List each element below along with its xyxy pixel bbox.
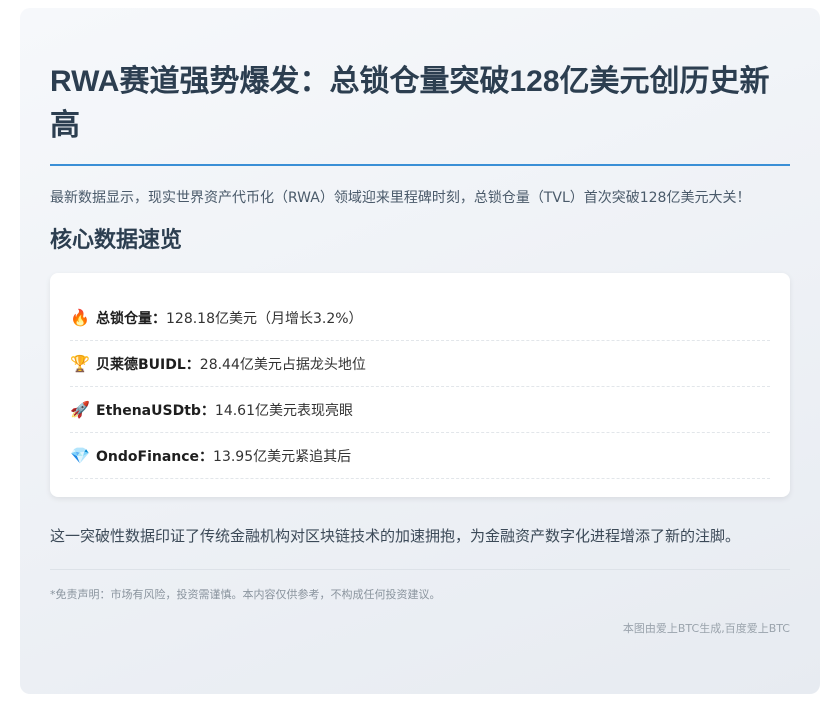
stat-label: EthenaUSDtb： — [96, 402, 215, 419]
stat-item-buidl: 🏆 贝莱德BUIDL： 28.44亿美元占据龙头地位 — [70, 341, 770, 387]
stat-value: 14.61亿美元表现亮眼 — [214, 402, 354, 419]
fire-icon: 🔥 — [70, 308, 90, 327]
title-divider — [50, 164, 790, 166]
article-card: RWA赛道强势爆发：总锁仓量突破128亿美元创历史新高 最新数据显示，现实世界资… — [20, 8, 820, 694]
gem-icon: 💎 — [70, 446, 90, 465]
stat-value: 128.18亿美元（月增长3.2%） — [166, 310, 363, 327]
stat-item-total-tvl: 🔥 总锁仓量： 128.18亿美元（月增长3.2%） — [70, 295, 770, 341]
trophy-icon: 🏆 — [70, 354, 90, 373]
stat-label: OndoFinance： — [96, 448, 214, 465]
disclaimer-divider — [50, 569, 790, 570]
article-summary: 这一突破性数据印证了传统金融机构对区块链技术的加速拥抱，为金融资产数字化进程增添… — [50, 527, 741, 545]
stat-item-ondo: 💎 OndoFinance： 13.95亿美元紧追其后 — [70, 433, 770, 479]
article-intro: 最新数据显示，现实世界资产代币化（RWA）领域迎来里程碑时刻，总锁仓量（TVL）… — [50, 190, 751, 206]
section-title: 核心数据速览 — [50, 228, 183, 253]
rocket-icon: 🚀 — [70, 400, 90, 419]
credit-text: 本图由爱上BTC生成,百度爱上BTC — [622, 622, 790, 635]
stat-label: 贝莱德BUIDL： — [96, 356, 200, 373]
article-title: RWA赛道强势爆发：总锁仓量突破128亿美元创历史新高 — [50, 65, 770, 142]
stat-value: 13.95亿美元紧追其后 — [213, 448, 352, 465]
stat-label: 总锁仓量： — [96, 310, 166, 327]
disclaimer-text: *免责声明：市场有风险，投资需谨慎。本内容仅供参考，不构成任何投资建议。 — [50, 588, 441, 601]
stat-value: 28.44亿美元占据龙头地位 — [199, 356, 366, 373]
stats-list: 🔥 总锁仓量： 128.18亿美元（月增长3.2%） 🏆 贝莱德BUIDL： 2… — [50, 273, 790, 497]
stat-item-ethena: 🚀 EthenaUSDtb： 14.61亿美元表现亮眼 — [70, 387, 770, 433]
